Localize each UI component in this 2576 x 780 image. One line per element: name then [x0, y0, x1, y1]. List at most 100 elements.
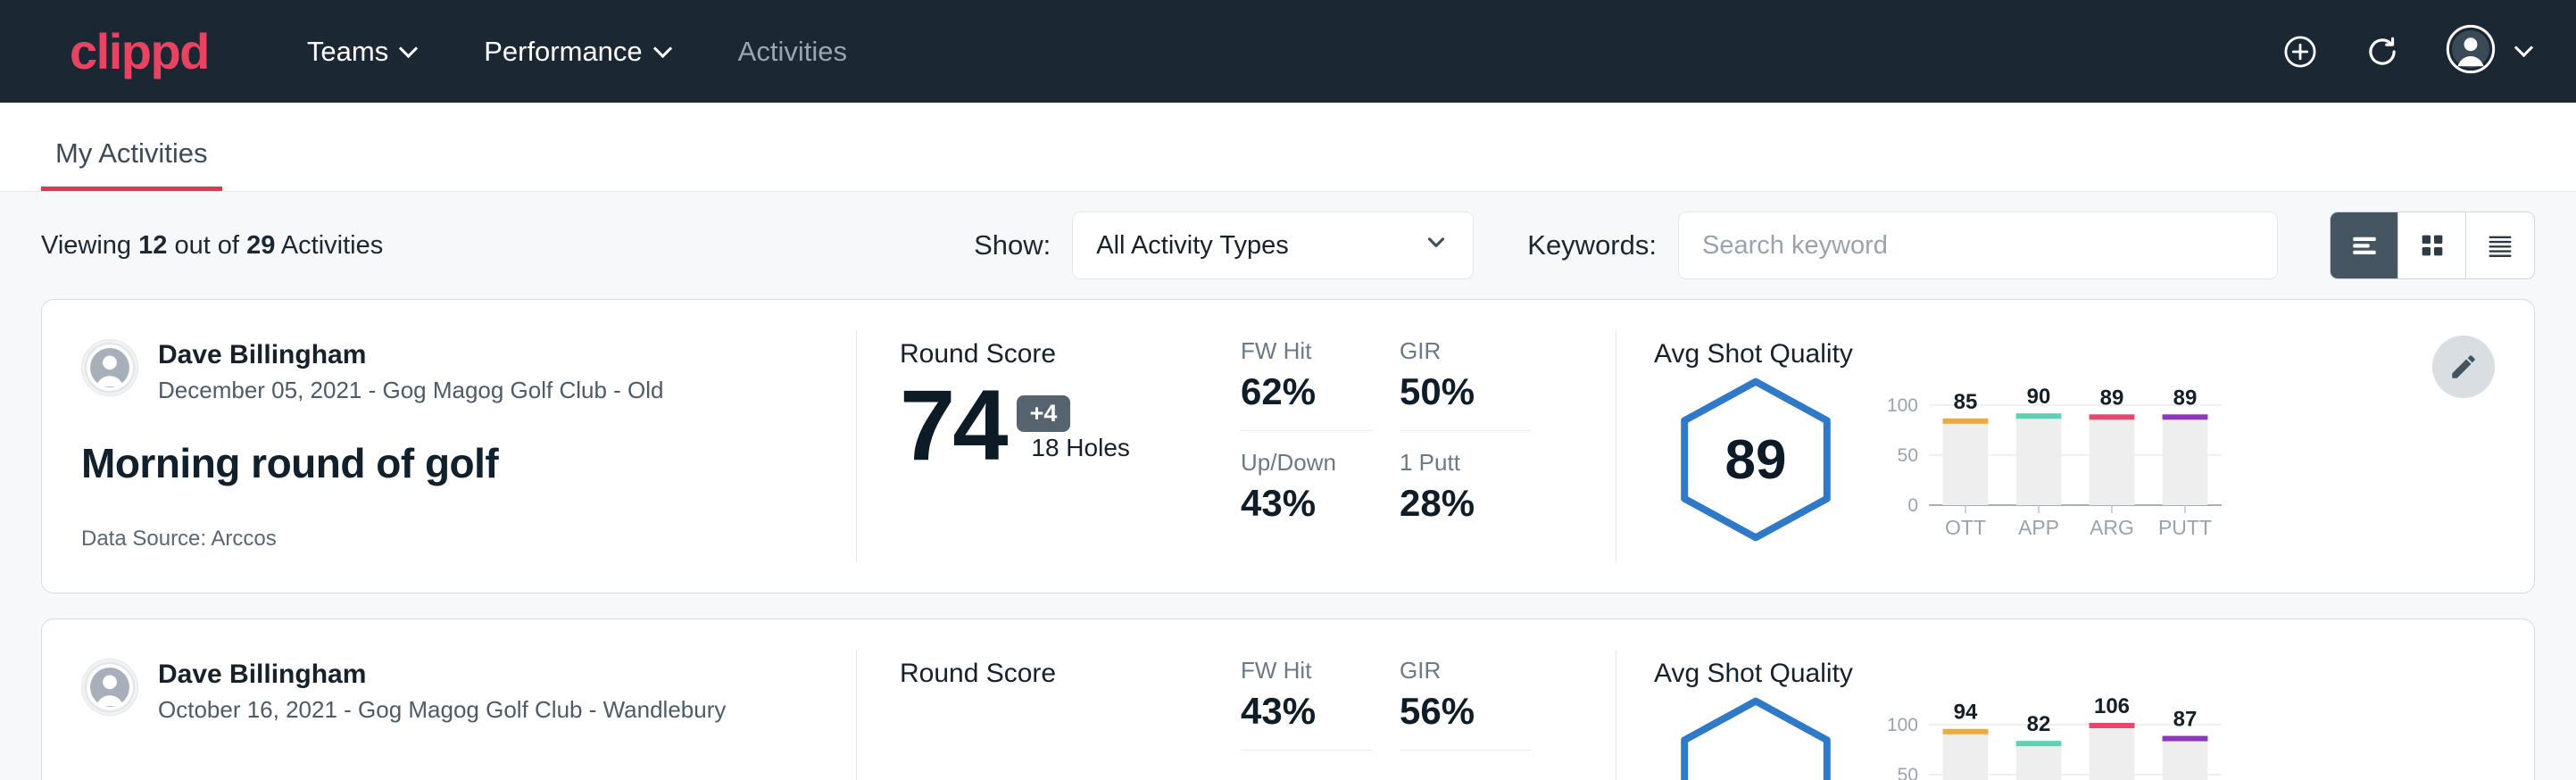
account-menu[interactable] — [2446, 24, 2535, 79]
shot-quality-bar-chart: 05010094OTT82APP106ARG87PUTT — [1874, 694, 2231, 780]
stat-fw-hit: FW Hit 62% — [1241, 339, 1373, 431]
viewing-summary: Viewing 12 out of 29 Activities — [41, 231, 383, 261]
chevron-down-icon — [654, 40, 672, 58]
keywords-label: Keywords: — [1527, 229, 1657, 261]
round-score-section: Round Score 74 +4 18 Holes — [857, 300, 1241, 593]
stat-fw-hit-label: FW Hit — [1241, 659, 1373, 682]
list-view-button[interactable] — [2331, 212, 2398, 278]
activity-author: Dave Billingham October 16, 2021 - Gog M… — [81, 659, 813, 725]
activity-author: Dave Billingham December 05, 2021 - Gog … — [81, 339, 813, 405]
avatar — [81, 339, 138, 396]
activity-type-select-value: All Activity Types — [1096, 231, 1288, 261]
primary-nav: Teams Performance Activities — [307, 37, 847, 65]
stat-fw-hit: FW Hit 43% — [1241, 659, 1373, 751]
stat-gir: GIR 50% — [1400, 339, 1532, 431]
svg-text:100: 100 — [1887, 715, 1918, 735]
viewing-total: 29 — [246, 231, 275, 260]
stat-gir-label: GIR — [1400, 339, 1532, 362]
activity-card[interactable]: Dave Billingham December 05, 2021 - Gog … — [41, 299, 2535, 593]
chevron-down-icon — [2515, 39, 2535, 59]
refresh-icon[interactable] — [2364, 33, 2401, 71]
avg-shot-quality-hexagon: 89 — [1654, 375, 1857, 544]
viewing-middle: out of — [174, 231, 239, 260]
view-mode-toggle — [2330, 212, 2535, 279]
avg-shot-quality-hexagon — [1654, 694, 1857, 780]
stat-up-down-label: Up/Down — [1241, 451, 1400, 474]
stat-gir: GIR 56% — [1400, 659, 1532, 751]
activity-list: Dave Billingham December 05, 2021 - Gog … — [0, 299, 2576, 780]
avg-shot-quality-label: Avg Shot Quality — [1654, 659, 2534, 689]
bar-chart-svg: 05010094OTT82APP106ARG87PUTT — [1874, 694, 2231, 780]
avg-shot-quality-section: Avg Shot Quality 05010094OTT82APP106ARG8… — [1616, 619, 2534, 780]
activity-meta: December 05, 2021 - Gog Magog Golf Club … — [158, 377, 664, 404]
stat-gir-label: GIR — [1400, 659, 1532, 682]
svg-text:82: 82 — [2027, 712, 2051, 736]
nav-item-activities[interactable]: Activities — [738, 37, 847, 65]
author-name: Dave Billingham — [158, 659, 726, 690]
svg-text:94: 94 — [1954, 701, 1978, 725]
viewing-prefix: Viewing — [41, 231, 131, 260]
svg-text:0: 0 — [1907, 495, 1918, 516]
stat-gir-value: 56% — [1400, 693, 1532, 730]
svg-text:89: 89 — [2173, 386, 2198, 410]
show-label: Show: — [974, 229, 1051, 261]
avg-shot-quality-value: 89 — [1654, 375, 1857, 544]
nav-item-performance[interactable]: Performance — [484, 37, 671, 65]
stat-fw-hit-value: 43% — [1241, 693, 1373, 730]
stat-gir-value: 50% — [1400, 373, 1532, 411]
svg-text:87: 87 — [2173, 708, 2198, 732]
activity-title: Morning round of golf — [81, 439, 813, 487]
svg-text:50: 50 — [1898, 765, 1918, 780]
chevron-down-icon — [1423, 228, 1450, 262]
activity-type-filter: Show: All Activity Types — [974, 212, 1474, 279]
nav-item-activities-label: Activities — [738, 37, 847, 65]
stat-1-putt: 1 Putt 28% — [1400, 451, 1558, 542]
svg-text:85: 85 — [1954, 390, 1978, 414]
svg-text:OTT: OTT — [1945, 516, 1986, 539]
clippd-logo[interactable]: clippd — [70, 27, 209, 77]
activity-card[interactable]: Dave Billingham October 16, 2021 - Gog M… — [41, 618, 2535, 780]
svg-text:50: 50 — [1898, 445, 1918, 466]
viewing-suffix: Activities — [281, 231, 383, 260]
stat-up-down-value: 43% — [1241, 485, 1400, 522]
round-stats: FW Hit 43% GIR 56% — [1241, 619, 1616, 780]
shot-quality-bar-chart: 0 50 100 85 OTT 90 APP 89 ARG 89 PUTT — [1874, 375, 2231, 549]
bar-chart-svg: 0 50 100 85 OTT 90 APP 89 ARG 89 PUTT — [1874, 375, 2231, 544]
avg-shot-quality-label: Avg Shot Quality — [1654, 339, 2534, 369]
stat-up-down: Up/Down 43% — [1241, 451, 1400, 542]
round-score-label: Round Score — [900, 339, 1241, 369]
svg-text:PUTT: PUTT — [2158, 516, 2212, 539]
avatar — [81, 659, 138, 716]
filter-toolbar: Viewing 12 out of 29 Activities Show: Al… — [0, 192, 2576, 299]
search-input[interactable] — [1678, 212, 2278, 279]
detail-view-button[interactable] — [2466, 212, 2534, 278]
round-score-value: 74 — [900, 378, 1006, 473]
avg-shot-quality-section: Avg Shot Quality 89 0 50 100 85 OTT 90 APP 89 AR… — [1616, 300, 2534, 593]
svg-text:106: 106 — [2094, 694, 2130, 718]
tab-my-activities[interactable]: My Activities — [41, 139, 222, 191]
avg-shot-quality-value — [1654, 694, 1857, 780]
score-to-par-badge: +4 — [1017, 395, 1071, 432]
top-navigation-bar: clippd Teams Performance Activities — [0, 0, 2576, 103]
activity-type-select[interactable]: All Activity Types — [1072, 212, 1474, 279]
nav-item-teams-label: Teams — [307, 37, 388, 65]
nav-item-performance-label: Performance — [484, 37, 642, 65]
holes-played: 18 Holes — [1031, 434, 1130, 462]
edit-activity-button[interactable] — [2432, 336, 2495, 398]
svg-text:APP: APP — [2018, 516, 2059, 539]
grid-view-button[interactable] — [2398, 212, 2466, 278]
add-icon[interactable] — [2281, 33, 2319, 71]
activity-info: Dave Billingham December 05, 2021 - Gog … — [42, 300, 856, 593]
stat-1-putt-label: 1 Putt — [1400, 451, 1558, 474]
stat-fw-hit-label: FW Hit — [1241, 339, 1373, 362]
svg-text:100: 100 — [1887, 395, 1918, 416]
tab-my-activities-label: My Activities — [55, 137, 208, 169]
activity-info: Dave Billingham October 16, 2021 - Gog M… — [42, 619, 856, 780]
nav-actions — [2281, 24, 2535, 79]
svg-text:ARG: ARG — [2090, 516, 2134, 539]
svg-text:90: 90 — [2027, 385, 2051, 409]
round-stats: FW Hit 62% Up/Down 43% GIR 50% 1 Putt 28… — [1241, 300, 1616, 593]
svg-text:89: 89 — [2100, 386, 2124, 410]
activity-data-source: Data Source: Arccos — [81, 527, 813, 552]
nav-item-teams[interactable]: Teams — [307, 37, 418, 65]
